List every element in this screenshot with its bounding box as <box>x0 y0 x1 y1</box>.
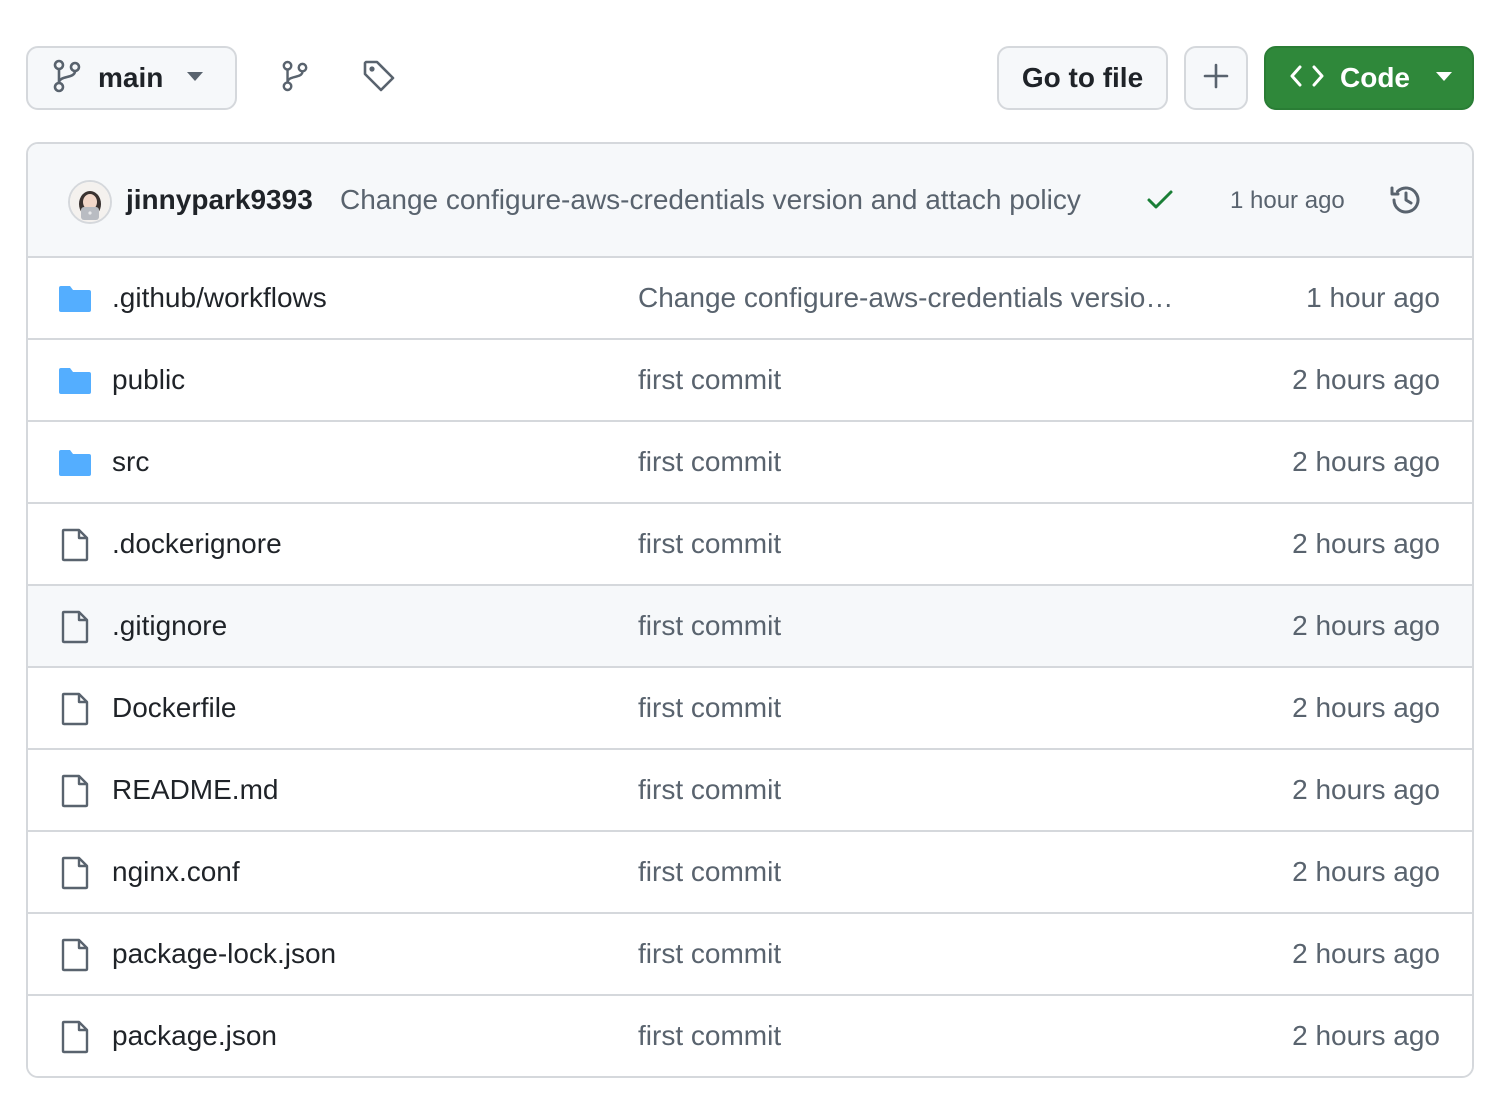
file-commit-time: 2 hours ago <box>1292 774 1440 805</box>
triangle-down-icon <box>1436 69 1452 87</box>
add-file-button[interactable] <box>1184 46 1248 110</box>
file-row[interactable]: .dockerignore first commit 2 hours ago <box>28 504 1472 586</box>
file-commit-time: 2 hours ago <box>1292 692 1440 723</box>
file-commit-time: 2 hours ago <box>1292 938 1440 969</box>
file-commit-message[interactable]: first commit <box>638 364 1194 396</box>
file-name[interactable]: Dockerfile <box>112 692 236 724</box>
code-button[interactable]: Code <box>1264 46 1474 110</box>
file-row[interactable]: .github/workflows Change configure-aws-c… <box>28 258 1472 340</box>
file-name[interactable]: README.md <box>112 774 278 806</box>
file-row[interactable]: README.md first commit 2 hours ago <box>28 750 1472 832</box>
latest-commit-bar: jinnypark9393 Change configure-aws-crede… <box>28 144 1472 258</box>
file-icon <box>58 610 92 644</box>
file-browser: jinnypark9393 Change configure-aws-crede… <box>26 142 1474 1078</box>
file-commit-message[interactable]: first commit <box>638 610 1194 642</box>
branch-select-button[interactable]: main <box>26 46 237 110</box>
file-commit-message[interactable]: first commit <box>638 446 1194 478</box>
file-icon <box>58 774 92 808</box>
file-name[interactable]: public <box>112 364 185 396</box>
tag-icon <box>362 59 396 98</box>
file-commit-time: 2 hours ago <box>1292 446 1440 477</box>
folder-icon <box>58 446 92 480</box>
commit-time[interactable]: 1 hour ago <box>1230 187 1345 215</box>
file-name[interactable]: package-lock.json <box>112 938 336 970</box>
file-commit-time: 2 hours ago <box>1292 364 1440 395</box>
file-commit-message[interactable]: first commit <box>638 938 1194 970</box>
file-icon <box>58 938 92 972</box>
file-icon <box>58 856 92 890</box>
triangle-down-icon <box>187 69 204 87</box>
file-row[interactable]: public first commit 2 hours ago <box>28 340 1472 422</box>
branch-name: main <box>98 62 164 93</box>
file-row[interactable]: package-lock.json first commit 2 hours a… <box>28 914 1472 996</box>
commit-author[interactable]: jinnypark9393 <box>126 184 313 216</box>
branches-link[interactable] <box>273 56 317 100</box>
file-name[interactable]: package.json <box>112 1020 277 1052</box>
file-name[interactable]: src <box>112 446 149 478</box>
code-icon <box>1290 64 1324 93</box>
file-name[interactable]: nginx.conf <box>112 856 240 888</box>
git-branch-icon <box>52 59 82 98</box>
file-icon <box>58 528 92 562</box>
history-icon[interactable] <box>1388 182 1424 223</box>
file-icon <box>58 692 92 726</box>
file-commit-time: 1 hour ago <box>1306 282 1440 313</box>
git-branch-icon <box>281 59 309 98</box>
file-name[interactable]: .dockerignore <box>112 528 282 560</box>
file-commit-time: 2 hours ago <box>1292 1020 1440 1051</box>
folder-icon <box>58 364 92 398</box>
plus-icon <box>1203 63 1229 94</box>
file-row[interactable]: Dockerfile first commit 2 hours ago <box>28 668 1472 750</box>
go-to-file-button[interactable]: Go to file <box>997 46 1168 110</box>
file-commit-message[interactable]: first commit <box>638 856 1194 888</box>
file-list: .github/workflows Change configure-aws-c… <box>28 258 1472 1076</box>
file-row[interactable]: nginx.conf first commit 2 hours ago <box>28 832 1472 914</box>
file-commit-message[interactable]: first commit <box>638 774 1194 806</box>
avatar[interactable] <box>68 180 112 224</box>
repo-toolbar: main Go to file Code <box>0 0 1496 142</box>
commit-message[interactable]: Change configure-aws-credentials version… <box>340 184 1081 216</box>
file-icon <box>58 1020 92 1054</box>
check-icon[interactable] <box>1146 188 1174 217</box>
tags-link[interactable] <box>357 56 401 100</box>
file-commit-message[interactable]: first commit <box>638 692 1194 724</box>
file-commit-message[interactable]: first commit <box>638 1020 1194 1052</box>
code-button-label: Code <box>1340 62 1410 93</box>
file-row[interactable]: package.json first commit 2 hours ago <box>28 996 1472 1076</box>
file-row[interactable]: .gitignore first commit 2 hours ago <box>28 586 1472 668</box>
file-row[interactable]: src first commit 2 hours ago <box>28 422 1472 504</box>
file-name[interactable]: .github/workflows <box>112 282 327 314</box>
file-commit-message[interactable]: first commit <box>638 528 1194 560</box>
file-commit-message[interactable]: Change configure-aws-credentials versio… <box>638 282 1194 314</box>
file-commit-time: 2 hours ago <box>1292 528 1440 559</box>
file-commit-time: 2 hours ago <box>1292 610 1440 641</box>
folder-icon <box>58 282 92 316</box>
go-to-file-label: Go to file <box>1021 62 1144 93</box>
file-name[interactable]: .gitignore <box>112 610 227 642</box>
file-commit-time: 2 hours ago <box>1292 856 1440 887</box>
